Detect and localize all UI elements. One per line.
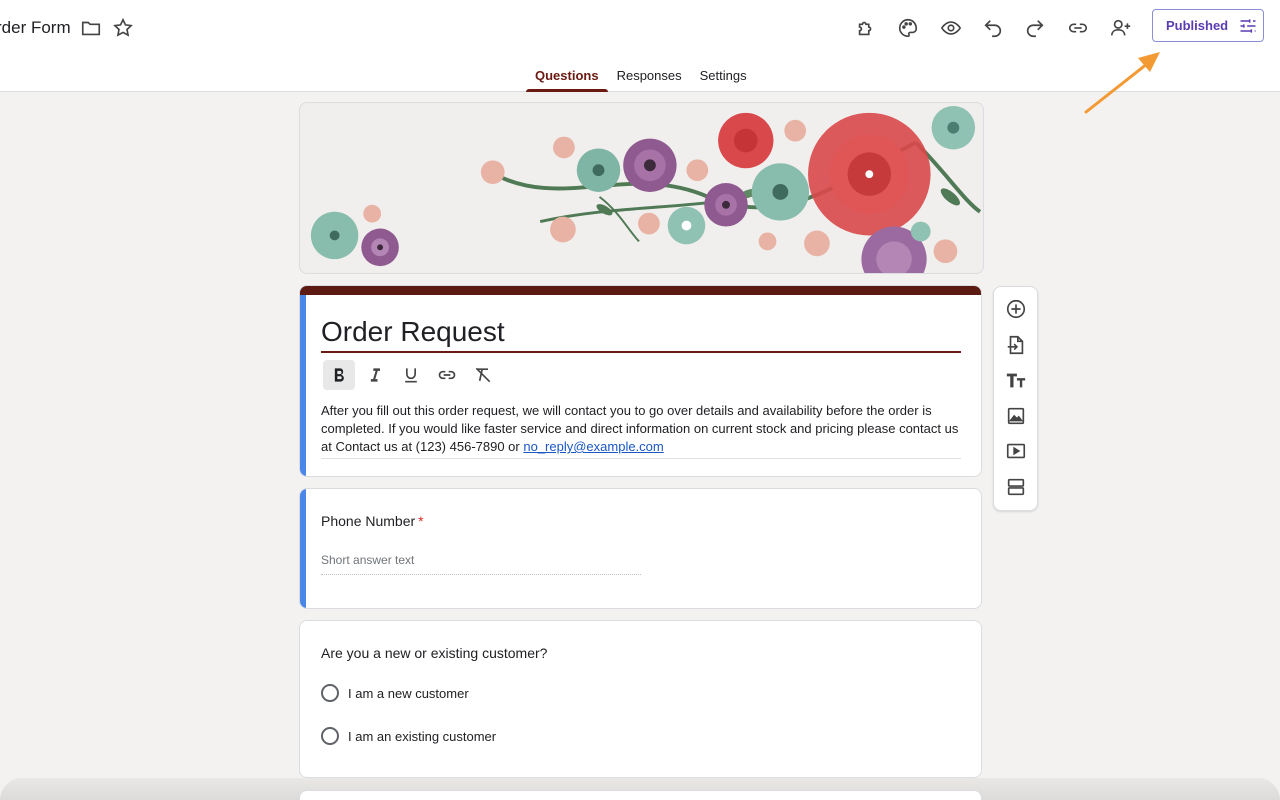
theme-color-bar xyxy=(300,286,981,295)
link-icon[interactable] xyxy=(1064,14,1092,42)
form-title-input[interactable]: Order Request xyxy=(321,316,961,353)
add-section-icon[interactable] xyxy=(1004,475,1028,499)
question-title-text: Phone Number xyxy=(321,513,416,529)
bold-button[interactable] xyxy=(323,360,355,390)
floral-banner-image xyxy=(310,105,982,273)
radio-option-new-customer[interactable]: I am a new customer xyxy=(321,684,469,702)
italic-icon xyxy=(370,368,380,382)
clear-formatting-icon xyxy=(475,367,491,383)
short-answer-input[interactable]: Short answer text xyxy=(321,553,641,575)
clear-formatting-button[interactable] xyxy=(467,360,499,390)
add-image-icon[interactable] xyxy=(1004,404,1028,428)
italic-button[interactable] xyxy=(359,360,391,390)
addons-puzzle-icon[interactable] xyxy=(852,14,880,42)
form-title-card[interactable]: Order Request After you fill out this or… xyxy=(299,285,982,477)
tab-settings[interactable]: Settings xyxy=(691,66,756,92)
add-video-icon[interactable] xyxy=(1004,439,1028,463)
question-title: Are you a new or existing customer? xyxy=(321,645,548,661)
add-collaborator-icon[interactable] xyxy=(1107,14,1135,42)
radio-option-label: I am an existing customer xyxy=(348,728,497,744)
form-tabs: Questions Responses Settings xyxy=(526,66,756,92)
published-label: Published xyxy=(1166,18,1229,33)
radio-option-existing-customer[interactable]: I am an existing customer xyxy=(321,727,496,745)
header-image-banner xyxy=(299,102,984,274)
tab-questions[interactable]: Questions xyxy=(526,66,608,92)
link-icon xyxy=(438,370,456,380)
form-description[interactable]: After you fill out this order request, w… xyxy=(321,402,961,459)
published-button[interactable]: Published xyxy=(1152,9,1264,42)
contact-email-link[interactable]: no_reply@example.com xyxy=(523,439,663,454)
redo-icon[interactable] xyxy=(1021,14,1049,42)
palette-icon[interactable] xyxy=(894,14,922,42)
underline-icon xyxy=(405,368,417,383)
next-question-card[interactable] xyxy=(299,790,982,800)
radio-circle-icon[interactable] xyxy=(321,727,339,745)
question-card-phone[interactable]: Phone Number * Short answer text xyxy=(299,488,982,609)
bold-icon xyxy=(334,368,344,382)
tab-responses[interactable]: Responses xyxy=(608,66,691,92)
document-title[interactable]: rder Form xyxy=(0,18,71,38)
preview-eye-icon[interactable] xyxy=(937,14,965,42)
question-card-customer-type[interactable]: Are you a new or existing customer? I am… xyxy=(299,620,982,778)
radio-circle-icon[interactable] xyxy=(321,684,339,702)
question-side-toolbar xyxy=(993,286,1038,511)
annotation-arrow-icon xyxy=(1084,52,1160,114)
folder-icon[interactable] xyxy=(77,14,105,42)
add-question-icon[interactable] xyxy=(1004,297,1028,321)
text-format-toolbar xyxy=(323,360,499,390)
star-icon[interactable] xyxy=(109,14,137,42)
undo-icon[interactable] xyxy=(979,14,1007,42)
import-questions-icon[interactable] xyxy=(1004,333,1028,357)
question-title: Phone Number * xyxy=(321,513,424,529)
insert-link-button[interactable] xyxy=(431,360,463,390)
add-title-description-icon[interactable] xyxy=(1004,368,1028,392)
underline-button[interactable] xyxy=(395,360,427,390)
tune-settings-icon xyxy=(1240,18,1256,33)
required-asterisk: * xyxy=(418,513,424,529)
radio-option-label: I am a new customer xyxy=(348,685,469,701)
